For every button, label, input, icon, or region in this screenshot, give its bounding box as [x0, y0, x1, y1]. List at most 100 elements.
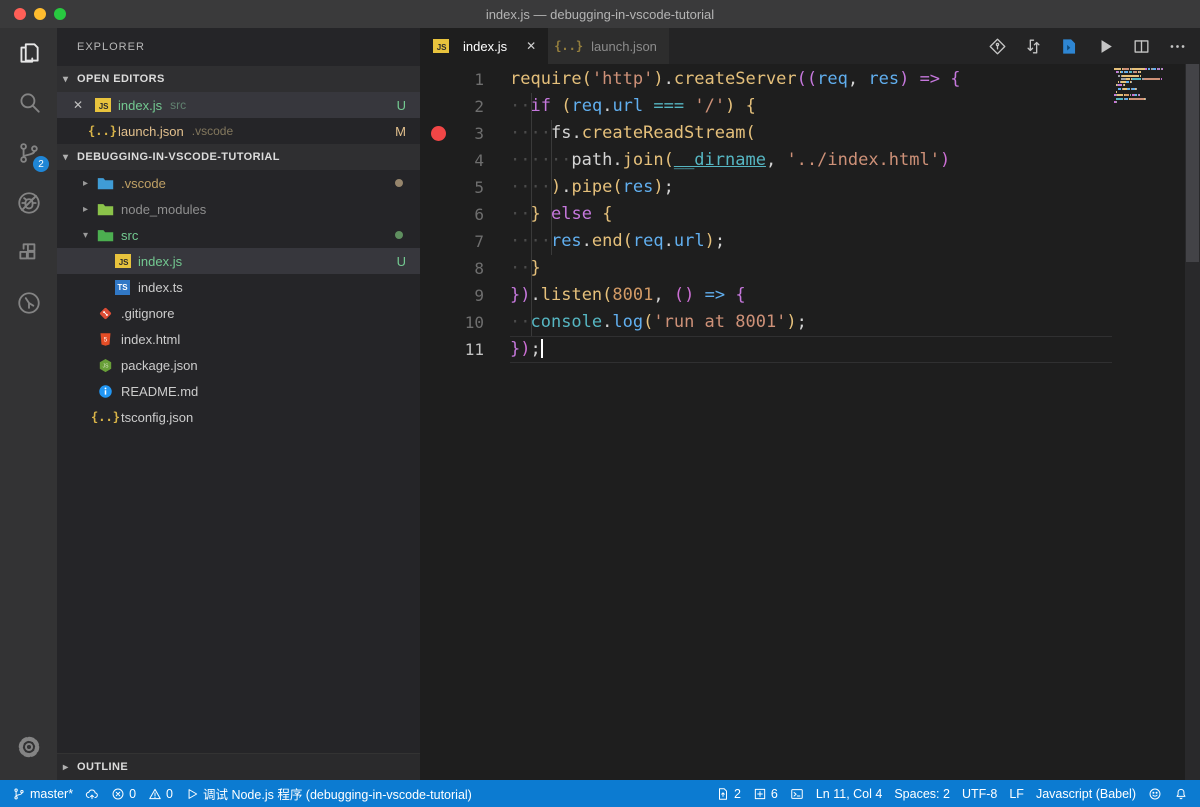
language-mode[interactable]: Javascript (Babel) — [1030, 787, 1142, 801]
line-number[interactable]: 7 — [420, 228, 510, 255]
tree-item-package-json[interactable]: JSpackage.json — [57, 352, 420, 378]
open-editors-header[interactable]: ▾ OPEN EDITORS — [57, 66, 420, 92]
file-detail: .vscode — [192, 124, 233, 138]
smiley-icon — [1148, 787, 1162, 801]
code-line[interactable]: require('http').createServer((req, res) … — [510, 66, 1112, 93]
close-icon[interactable]: ✕ — [73, 98, 89, 112]
file-name: launch.json — [118, 124, 184, 139]
compare-changes-icon[interactable] — [1020, 33, 1046, 59]
encoding[interactable]: UTF-8 — [956, 787, 1003, 801]
code-editor[interactable]: 1234567891011 require('http').createServ… — [420, 64, 1200, 780]
eol[interactable]: LF — [1003, 787, 1030, 801]
code-line[interactable]: ··console.log('run at 8001'); — [510, 309, 1112, 336]
plus-box-icon — [753, 787, 767, 801]
code-line[interactable]: ··} — [510, 255, 1112, 282]
warnings-count[interactable]: 0 — [142, 787, 179, 801]
code-line[interactable]: }); — [510, 336, 1112, 363]
item-label: index.ts — [138, 280, 183, 295]
cursor-position[interactable]: Ln 11, Col 4 — [810, 787, 888, 801]
debug-launch[interactable]: 调试 Node.js 程序 (debugging-in-vscode-tutor… — [179, 784, 478, 803]
code-line[interactable]: ····res.end(req.url); — [510, 228, 1112, 255]
indentation[interactable]: Spaces: 2 — [888, 787, 956, 801]
tree-item-tsconfig-json[interactable]: {..}tsconfig.json — [57, 404, 420, 430]
item-label: README.md — [121, 384, 198, 399]
open-editor-item[interactable]: {..}launch.json.vscodeM — [57, 118, 420, 144]
tree-item-src[interactable]: ▾src — [57, 222, 420, 248]
close-window-button[interactable] — [14, 8, 26, 20]
scrollbar[interactable] — [1185, 64, 1200, 780]
tree-item--vscode[interactable]: ▸.vscode — [57, 170, 420, 196]
open-preview-icon[interactable] — [1056, 33, 1082, 59]
line-number[interactable]: 2 — [420, 93, 510, 120]
item-label: src — [121, 228, 138, 243]
run-icon[interactable] — [1092, 33, 1118, 59]
tab-bar: JSindex.js✕{..}launch.json — [420, 28, 1200, 64]
maximize-window-button[interactable] — [54, 8, 66, 20]
tree-item-node-modules[interactable]: ▸node_modules — [57, 196, 420, 222]
line-number[interactable]: 11 — [420, 336, 510, 363]
gitlens-icon[interactable] — [984, 33, 1010, 59]
code-line[interactable]: ··if (req.url === '/') { — [510, 93, 1112, 120]
outline-header[interactable]: ▸ OUTLINE — [57, 754, 420, 780]
js-icon: JS — [114, 253, 131, 269]
code-line[interactable]: ··} else { — [510, 201, 1112, 228]
settings-gear-icon[interactable] — [0, 722, 57, 772]
indent-guide — [551, 120, 552, 255]
git-branch-status[interactable]: master* — [6, 787, 79, 801]
extensions-icon[interactable] — [0, 228, 57, 278]
code-line[interactable]: ····).pipe(res); — [510, 174, 1112, 201]
tree-item-readme-md[interactable]: README.md — [57, 378, 420, 404]
feedback[interactable] — [1142, 787, 1168, 801]
open-editor-item[interactable]: ✕JSindex.jssrcU — [57, 92, 420, 118]
tab-launch-json[interactable]: {..}launch.json — [548, 28, 669, 64]
tree-item-index-js[interactable]: JSindex.jsU — [57, 248, 420, 274]
svg-text:5: 5 — [104, 336, 108, 343]
js-file-icon: JS — [432, 38, 449, 54]
debug-icon[interactable] — [0, 178, 57, 228]
git-status-badge: M — [395, 124, 406, 139]
explorer-icon[interactable] — [0, 28, 57, 78]
tab-index-js[interactable]: JSindex.js✕ — [420, 28, 548, 64]
line-number[interactable]: 3 — [420, 120, 510, 147]
tree-item--gitignore[interactable]: .gitignore — [57, 300, 420, 326]
line-number[interactable]: 6 — [420, 201, 510, 228]
file-insertions[interactable]: 2 — [710, 787, 747, 801]
line-number[interactable]: 10 — [420, 309, 510, 336]
errors-count[interactable]: 0 — [105, 787, 142, 801]
search-icon[interactable] — [0, 78, 57, 128]
git-branch-icon — [12, 787, 26, 801]
sidebar-title: EXPLORER — [57, 28, 420, 66]
editor-gutter[interactable]: 1234567891011 — [420, 66, 510, 363]
source-control-icon[interactable]: 2 — [0, 128, 57, 178]
line-number[interactable]: 8 — [420, 255, 510, 282]
more-actions-icon[interactable] — [1164, 33, 1190, 59]
additions-count[interactable]: 6 — [747, 787, 784, 801]
line-number[interactable]: 1 — [420, 66, 510, 93]
breakpoint[interactable] — [431, 126, 446, 141]
split-editor-icon[interactable] — [1128, 33, 1154, 59]
svg-text:JS: JS — [103, 363, 110, 369]
line-number[interactable]: 5 — [420, 174, 510, 201]
close-icon[interactable]: ✕ — [526, 39, 536, 53]
editor-area: JSindex.js✕{..}launch.json 1234567891011… — [420, 28, 1200, 780]
tree-item-index-html[interactable]: 5index.html — [57, 326, 420, 352]
project-section-header[interactable]: ▾ DEBUGGING-IN-VSCODE-TUTORIAL — [57, 144, 420, 170]
tree-item-index-ts[interactable]: TSindex.ts — [57, 274, 420, 300]
code-line[interactable]: ······path.join(__dirname, '../index.htm… — [510, 147, 1112, 174]
code-line[interactable]: }).listen(8001, () => { — [510, 282, 1112, 309]
status-text: UTF-8 — [962, 787, 997, 801]
minimize-window-button[interactable] — [34, 8, 46, 20]
notifications[interactable] — [1168, 787, 1194, 801]
chevron-right-icon: ▸ — [63, 762, 77, 773]
line-number[interactable]: 4 — [420, 147, 510, 174]
terminal-toggle[interactable] — [784, 787, 810, 801]
minimap[interactable] — [1114, 68, 1176, 104]
scrollbar-slider[interactable] — [1186, 64, 1199, 262]
code-line[interactable]: ····fs.createReadStream( — [510, 120, 1112, 147]
clock-icon[interactable] — [0, 278, 57, 328]
item-label: .vscode — [121, 176, 166, 191]
git-icon — [97, 305, 114, 321]
line-number[interactable]: 9 — [420, 282, 510, 309]
file-up-icon — [716, 787, 730, 801]
sync-status[interactable] — [79, 787, 105, 801]
